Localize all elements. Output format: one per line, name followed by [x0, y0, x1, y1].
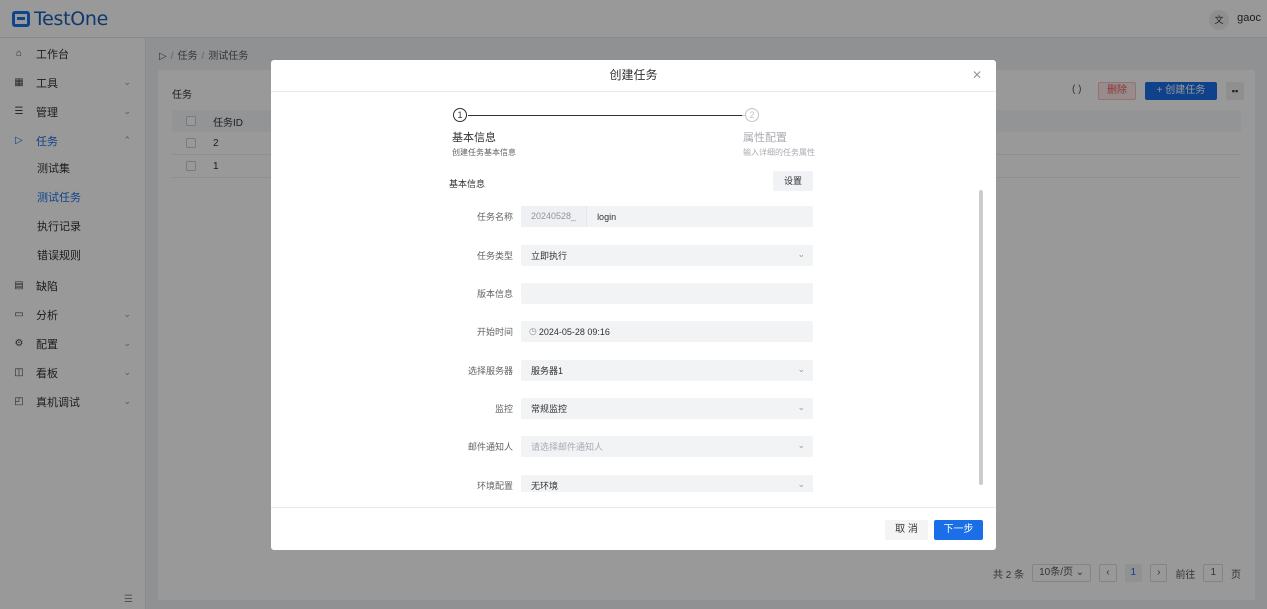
chevron-down-icon: ⌄	[797, 402, 805, 412]
start-time-label: 开始时间	[476, 327, 513, 337]
server-label: 选择服务器	[467, 366, 513, 376]
form-row-start-time: 开始时间 ◷ 2024-05-28 09:16	[449, 321, 813, 342]
chevron-down-icon: ⌄	[797, 440, 805, 450]
version-label: 版本信息	[476, 289, 513, 299]
task-name-value: login	[597, 211, 617, 222]
task-name-label: 任务名称	[476, 212, 513, 222]
step-1-title: 基本信息	[452, 132, 496, 144]
chevron-down-icon: ⌄	[797, 479, 805, 489]
step-connector	[468, 115, 742, 116]
section-label: 基本信息	[449, 179, 486, 189]
task-type-label: 任务类型	[476, 251, 513, 261]
step-2-circle: 2	[745, 108, 759, 122]
form-row-server: 选择服务器 服务器1 ⌄	[449, 360, 813, 381]
form-row-version: 版本信息	[449, 283, 813, 304]
dialog-body: 1 2 基本信息 创建任务基本信息 属性配置 输入详细的任务属性 基本信息 设置…	[271, 93, 996, 492]
form-row-type: 任务类型 立即执行 ⌄	[449, 245, 813, 266]
mail-notify-label: 邮件通知人	[467, 442, 513, 452]
dialog-header: 创建任务 ✕	[271, 60, 996, 92]
server-select[interactable]: 服务器1 ⌄	[521, 360, 813, 381]
settings-button[interactable]: 设置	[773, 171, 813, 191]
monitor-select[interactable]: 常规监控 ⌄	[521, 398, 813, 419]
form-row-env: 环境配置 无环境 ⌄	[449, 475, 813, 492]
dialog-footer: 取 消 下一步	[271, 507, 996, 550]
env-config-label: 环境配置	[476, 481, 513, 491]
dialog-scrollbar[interactable]	[979, 190, 983, 485]
step-1-desc: 创建任务基本信息	[452, 148, 516, 157]
step-2-title: 属性配置	[743, 132, 787, 144]
chevron-down-icon: ⌄	[797, 364, 805, 374]
env-config-select[interactable]: 无环境 ⌄	[521, 475, 813, 492]
step-2-desc: 输入详细的任务属性	[743, 148, 815, 157]
form-row-mail: 邮件通知人 请选择邮件通知人 ⌄	[449, 436, 813, 457]
task-type-select[interactable]: 立即执行 ⌄	[521, 245, 813, 266]
task-name-input[interactable]: 20240528_ login	[521, 206, 813, 227]
monitor-label: 监控	[494, 404, 513, 414]
version-input[interactable]	[521, 283, 813, 304]
next-step-button[interactable]: 下一步	[934, 520, 983, 540]
create-task-dialog: 创建任务 ✕ 1 2 基本信息 创建任务基本信息 属性配置 输入详细的任务属性 …	[271, 60, 996, 550]
close-icon[interactable]: ✕	[972, 60, 982, 90]
form-row-monitor: 监控 常规监控 ⌄	[449, 398, 813, 419]
form-row-name: 任务名称 20240528_ login	[449, 206, 813, 227]
mail-notify-select[interactable]: 请选择邮件通知人 ⌄	[521, 436, 813, 457]
step-1-circle: 1	[453, 108, 467, 122]
cancel-button[interactable]: 取 消	[885, 520, 928, 540]
chevron-down-icon: ⌄	[797, 249, 805, 259]
task-name-prefix: 20240528_	[521, 206, 588, 227]
start-time-picker[interactable]: ◷ 2024-05-28 09:16	[521, 321, 813, 342]
clock-icon: ◷	[529, 326, 537, 336]
dialog-title: 创建任务	[609, 68, 658, 82]
